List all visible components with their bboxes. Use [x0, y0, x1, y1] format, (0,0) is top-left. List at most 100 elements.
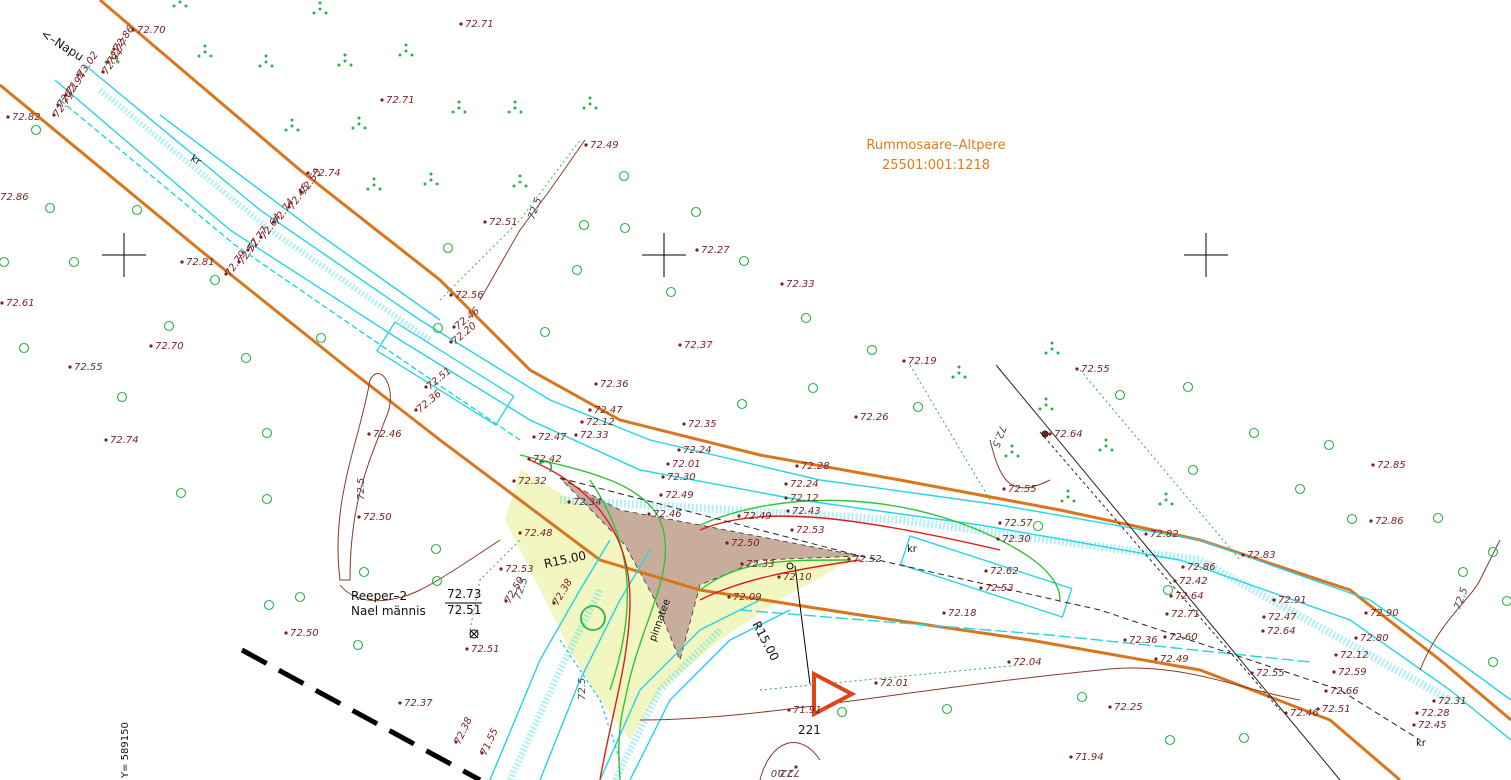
elevation-dot [784, 496, 788, 500]
elevation-dot [784, 482, 788, 486]
elevation-dot [6, 115, 10, 119]
deciduous-tree-icon [261, 427, 273, 439]
elevation-label: 72.43 [792, 506, 821, 517]
elevation-dot [1007, 660, 1011, 664]
deciduous-tree-icon [163, 320, 175, 332]
elevation-label: 72.53 [796, 525, 825, 536]
elevation-label: 72.86 [0, 192, 29, 203]
deciduous-tree-icon [44, 202, 56, 214]
elevation-label: 72.51 [489, 217, 518, 228]
elevation-label: 72.37 [404, 698, 433, 709]
elevation-dot [786, 509, 790, 513]
elevation-label: 72.55 [1008, 484, 1037, 495]
deciduous-tree-icon [1238, 732, 1250, 744]
deciduous-tree-icon [30, 124, 42, 136]
elevation-dot [647, 512, 651, 516]
elevation-label: 72.94 [100, 47, 125, 77]
conifer-tree-icon [1158, 492, 1174, 506]
deciduous-tree-icon [1114, 389, 1126, 401]
elevation-label: 72.51 [471, 644, 500, 655]
road-surface-label-east: kr [1416, 738, 1427, 749]
elevation-dot [398, 701, 402, 705]
elevation-label: 72.64 [1054, 429, 1083, 440]
elevation-label: 72.47 [538, 432, 567, 443]
elevation-label: 72.91 [1278, 595, 1307, 606]
elevation-label: 72.55 [1256, 668, 1285, 679]
deciduous-tree-icon [1432, 512, 1444, 524]
elevation-dot [459, 22, 463, 26]
conifer-tree-icon [423, 172, 439, 186]
deciduous-tree-icon [836, 706, 848, 718]
elevation-label: 72.79 [51, 90, 76, 120]
deciduous-tree-icon [539, 326, 551, 338]
conifer-tree-icon [512, 174, 528, 188]
elevation-label: 72.50 [731, 538, 760, 549]
elevation-label: 72.52 [853, 554, 882, 565]
elevation-dot [780, 282, 784, 286]
road-surface-label-building: kr [907, 544, 918, 555]
elevation-label: 72.57 [1004, 518, 1033, 529]
elevation-dot [1173, 579, 1177, 583]
conifer-tree-icon [197, 44, 213, 58]
conifer-tree-icon [1044, 341, 1060, 355]
elevation-dot [567, 500, 571, 504]
sign-number: 221 [798, 723, 821, 737]
deciduous-tree-icon [578, 219, 590, 231]
elevation-label: 72.45 [1418, 720, 1447, 731]
elevation-label: 72.90 [1370, 608, 1399, 619]
parcel-name: Rummosaare–Altpere [866, 138, 1005, 153]
elevation-dot [795, 464, 799, 468]
elevation-label: 72.49 [1160, 654, 1189, 665]
deciduous-tree-icon [263, 599, 275, 611]
parcel-boundaries [0, 0, 1511, 780]
elevation-dot [588, 408, 592, 412]
elevation-dot [104, 438, 108, 442]
deciduous-tree-icon [618, 170, 630, 182]
deciduous-tree-icon [1164, 734, 1176, 746]
elevation-label: 72.35 [688, 419, 717, 430]
elevation-dot [1412, 723, 1416, 727]
elevation-dot [483, 220, 487, 224]
deciduous-tree-icon [800, 312, 812, 324]
elevation-label: 72.82 [12, 112, 41, 123]
elevation-label: 72.31 [1438, 696, 1467, 707]
elevation-label: 72.47 [594, 405, 623, 416]
deciduous-tree-icon [358, 566, 370, 578]
conifer-tree-icon [366, 177, 382, 191]
elevation-dot [1002, 487, 1006, 491]
map-canvas[interactable]: 72.7072.8672.7772.9473.0272.9472.7172.79… [0, 0, 1511, 780]
elevation-label: 72.48 [524, 528, 553, 539]
elevation-dot [737, 514, 741, 518]
elevation-dot [1169, 594, 1173, 598]
elevation-label: 72.85 [1377, 460, 1406, 471]
elevation-label: 72.53 [985, 583, 1014, 594]
deciduous-tree-icon [1457, 566, 1469, 578]
elevation-dot [1048, 432, 1052, 436]
elevation-label: 72.26 [860, 412, 889, 423]
elevation-label: 72.66 [1330, 686, 1359, 697]
elevation-dot [1241, 553, 1245, 557]
elevation-label: 72.12 [586, 417, 615, 428]
benchmark-name: Reeper–2 [351, 589, 407, 603]
elevation-dot [284, 631, 288, 635]
elevation-dot [380, 98, 384, 102]
elevation-label: 72.04 [1013, 657, 1042, 668]
elevation-dot [1364, 611, 1368, 615]
elevation-label: 72.33 [786, 279, 815, 290]
elevation-label: 72.86 [1375, 516, 1404, 527]
conifer-tree-icon [172, 0, 188, 8]
conifer-tree-icon [507, 100, 523, 114]
conifer-tree-icon [1060, 489, 1076, 503]
elevation-label: 72.71 [386, 95, 415, 106]
deciduous-tree-icon [912, 401, 924, 413]
elevation-dot [1261, 629, 1265, 633]
elevation-label: 72.71 [465, 19, 494, 30]
elevation-label: 71.55 [479, 727, 501, 758]
elevation-dot [465, 647, 469, 651]
elevation-label: 72.70 [155, 341, 184, 352]
deciduous-tree-icon [175, 487, 187, 499]
elevation-label: 72.30 [1002, 534, 1031, 545]
elevation-dot [777, 575, 781, 579]
elevation-dot [1165, 612, 1169, 616]
elevation-label: 71.91 [793, 705, 822, 716]
